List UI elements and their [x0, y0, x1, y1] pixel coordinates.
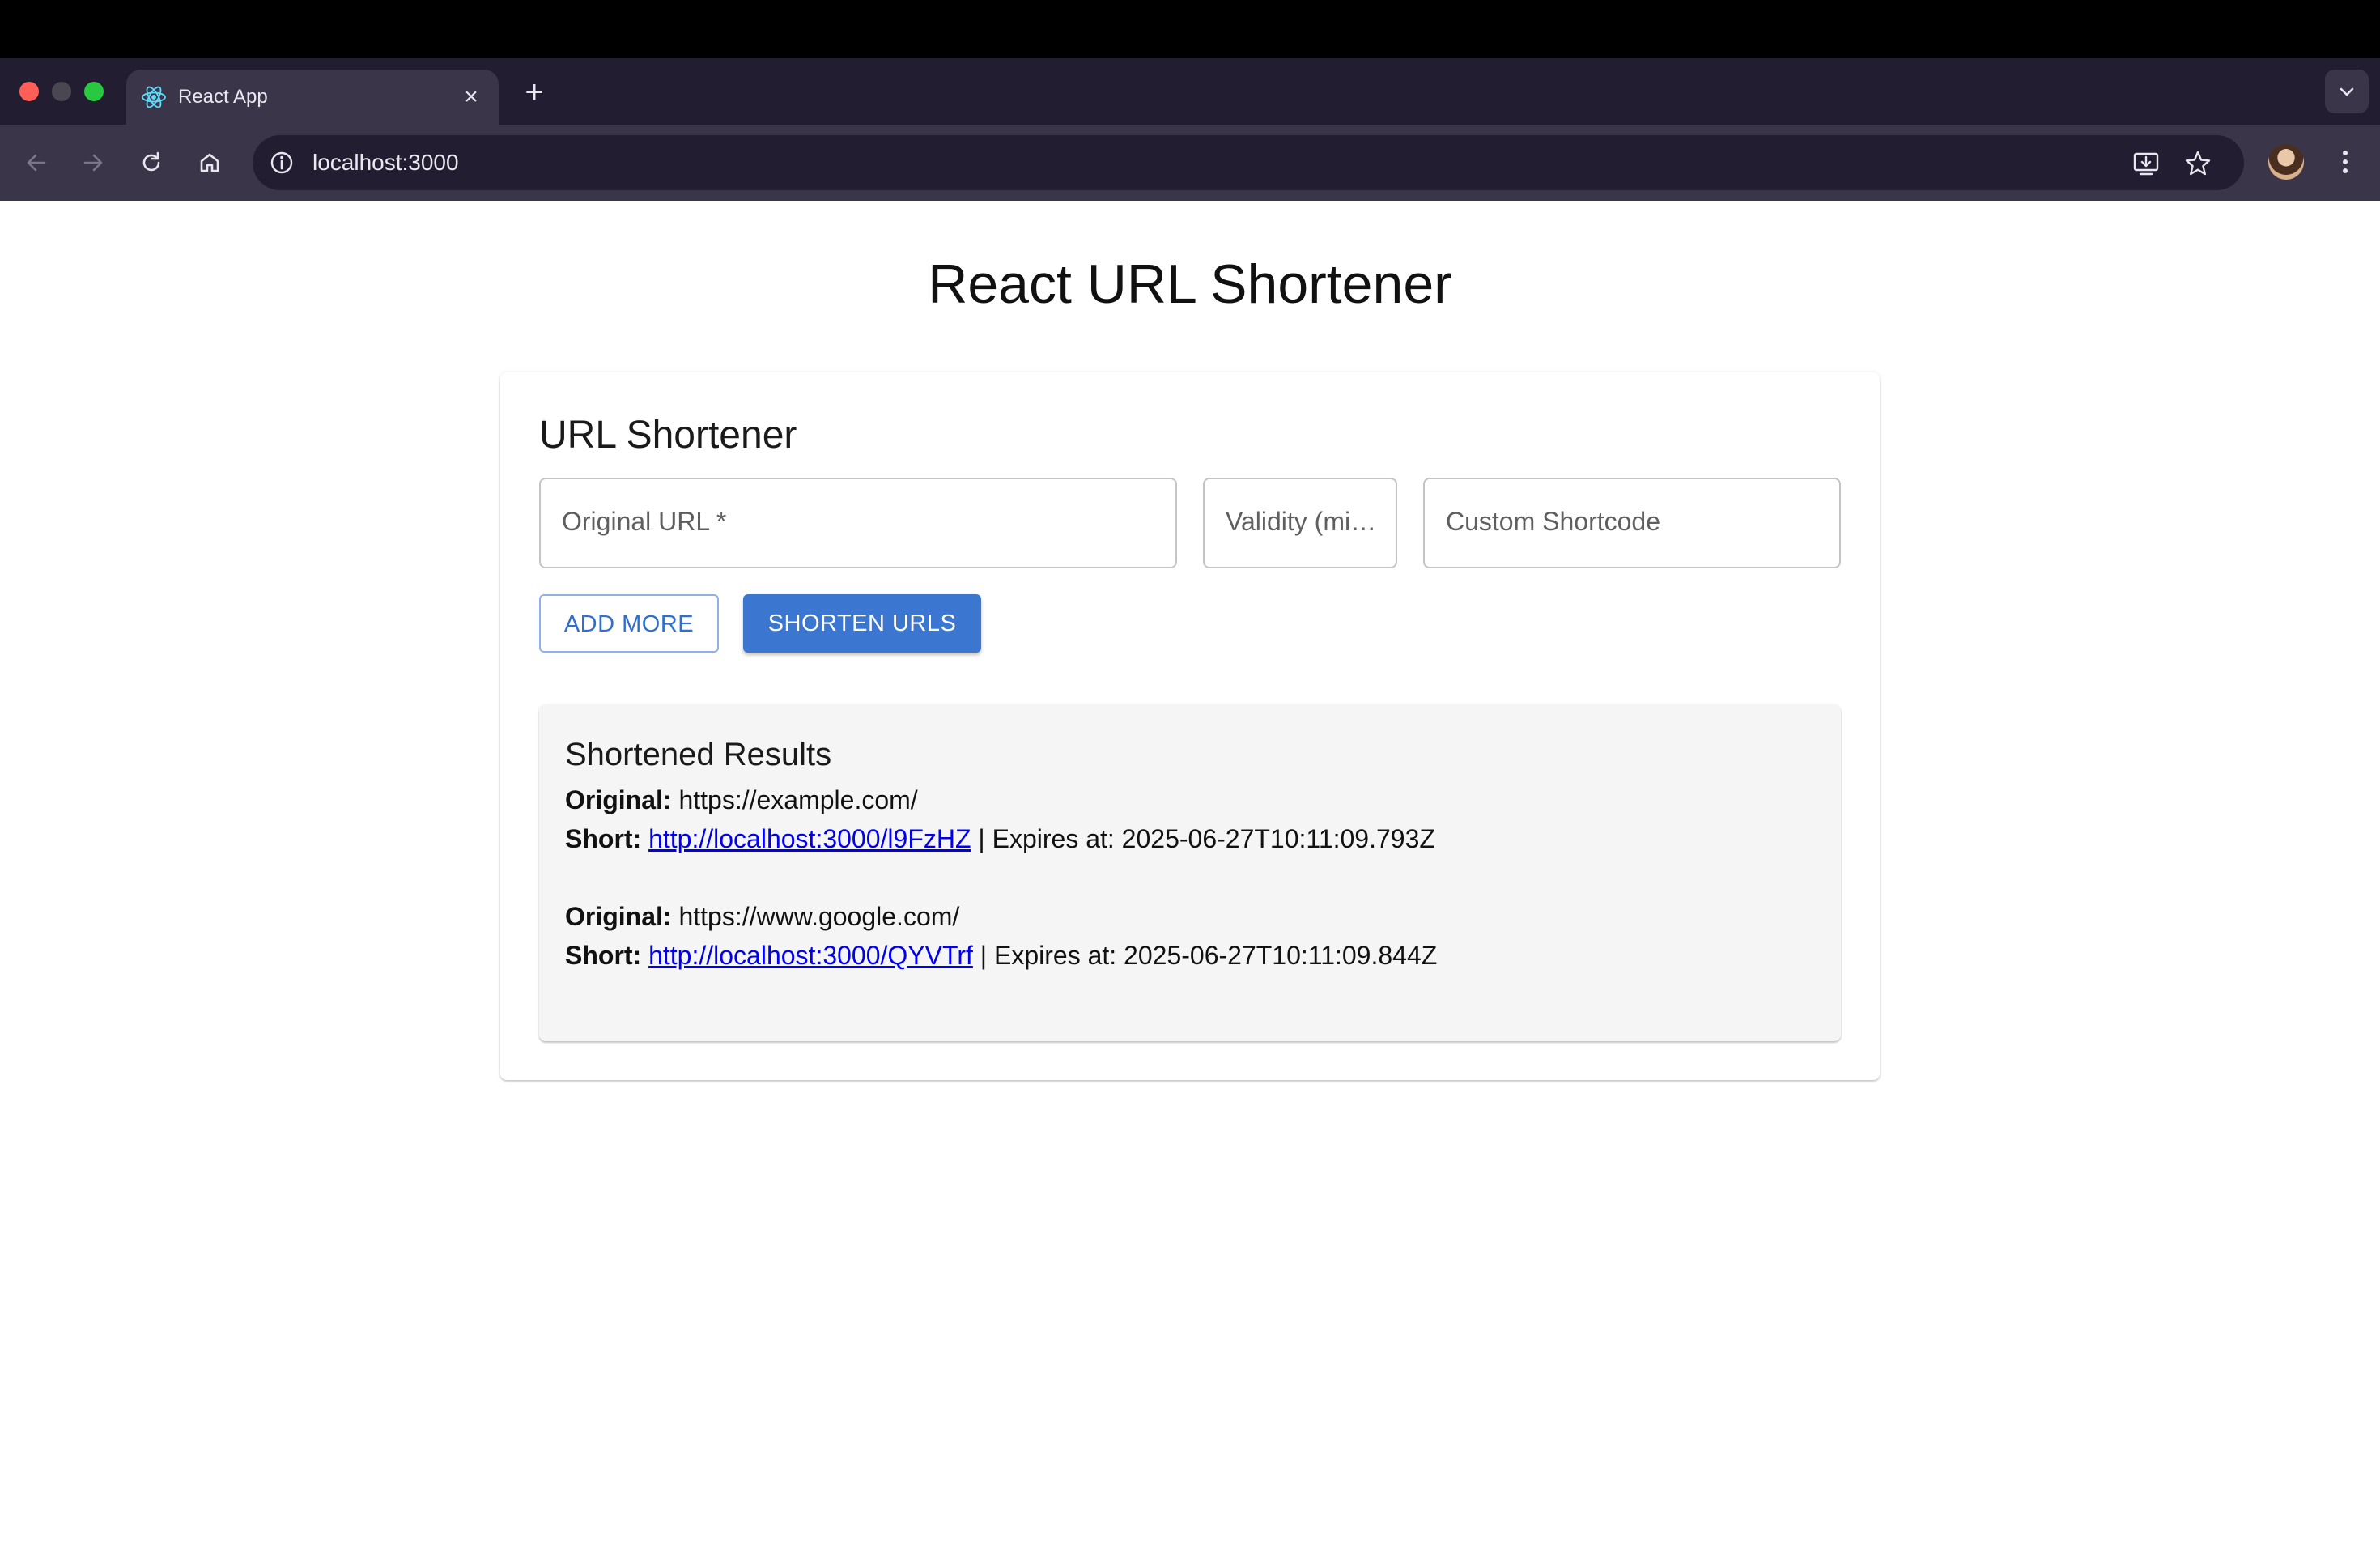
- short-label: Short:: [565, 824, 642, 853]
- page-title: React URL Shortener: [928, 253, 1452, 315]
- original-url-value: https://example.com/: [678, 785, 918, 814]
- arrow-right-icon: [83, 154, 103, 172]
- expires-label: | Expires at:: [978, 824, 1115, 853]
- site-info-icon[interactable]: [267, 148, 296, 177]
- arrow-left-icon: [27, 154, 46, 172]
- react-logo-icon: [139, 83, 168, 112]
- custom-shortcode-placeholder: Custom Shortcode: [1446, 507, 1661, 536]
- expires-value: 2025-06-27T10:11:09.844Z: [1124, 941, 1438, 970]
- original-url-value: https://www.google.com/: [678, 902, 960, 931]
- short-label: Short:: [565, 941, 642, 970]
- more-vert-icon: [2343, 151, 2348, 173]
- add-more-button[interactable]: ADD MORE: [539, 594, 719, 653]
- chevron-down-icon: [2340, 87, 2354, 96]
- expires-value: 2025-06-27T10:11:09.793Z: [1121, 824, 1435, 853]
- address-bar[interactable]: localhost:3000: [253, 135, 2244, 190]
- card-title: URL Shortener: [539, 414, 797, 457]
- result-original-line: Original: https://example.com/: [565, 785, 918, 815]
- custom-shortcode-input[interactable]: Custom Shortcode: [1423, 478, 1841, 568]
- shorten-urls-button[interactable]: SHORTEN URLS: [743, 594, 981, 653]
- screen-top-bar: [0, 0, 2380, 58]
- expires-label: | Expires at:: [980, 941, 1117, 970]
- results-panel: Shortened Results Original: https://exam…: [539, 704, 1841, 1041]
- profile-avatar[interactable]: [2268, 144, 2304, 180]
- forward-button[interactable]: [73, 142, 113, 183]
- tab-title: React App: [178, 86, 268, 108]
- browser-tab[interactable]: React App ×: [126, 70, 499, 125]
- reload-icon: [142, 151, 160, 172]
- validity-placeholder: Validity (mi…: [1226, 507, 1377, 536]
- short-url-link[interactable]: http://localhost:3000/l9FzHZ: [648, 824, 971, 853]
- result-original-line: Original: https://www.google.com/: [565, 902, 959, 932]
- install-app-icon[interactable]: [2131, 148, 2161, 179]
- original-url-input[interactable]: Original URL *: [539, 478, 1177, 568]
- close-window-button[interactable]: [19, 82, 39, 101]
- validity-input[interactable]: Validity (mi…: [1203, 478, 1397, 568]
- close-tab-icon[interactable]: ×: [455, 81, 487, 113]
- minimize-window-button[interactable]: [52, 82, 71, 101]
- bookmark-star-icon[interactable]: [2182, 148, 2213, 179]
- result-short-line: Short: http://localhost:3000/l9FzHZ | Ex…: [565, 824, 1435, 854]
- home-icon: [200, 153, 219, 172]
- tab-search-button[interactable]: [2325, 70, 2369, 113]
- reload-button[interactable]: [131, 142, 172, 183]
- result-short-line: Short: http://localhost:3000/QYVTrf | Ex…: [565, 941, 1437, 971]
- back-button[interactable]: [16, 142, 57, 183]
- address-text: localhost:3000: [312, 150, 459, 175]
- maximize-window-button[interactable]: [84, 82, 104, 101]
- browser-menu-button[interactable]: [2327, 142, 2364, 181]
- original-label: Original:: [565, 785, 672, 814]
- new-tab-button[interactable]: +: [515, 73, 554, 112]
- url-shortener-card: URL Shortener Original URL * Validity (m…: [500, 372, 1880, 1080]
- results-title: Shortened Results: [565, 737, 832, 772]
- original-url-placeholder: Original URL *: [562, 507, 727, 536]
- home-button[interactable]: [189, 142, 230, 183]
- short-url-link[interactable]: http://localhost:3000/QYVTrf: [648, 941, 973, 970]
- original-label: Original:: [565, 902, 672, 931]
